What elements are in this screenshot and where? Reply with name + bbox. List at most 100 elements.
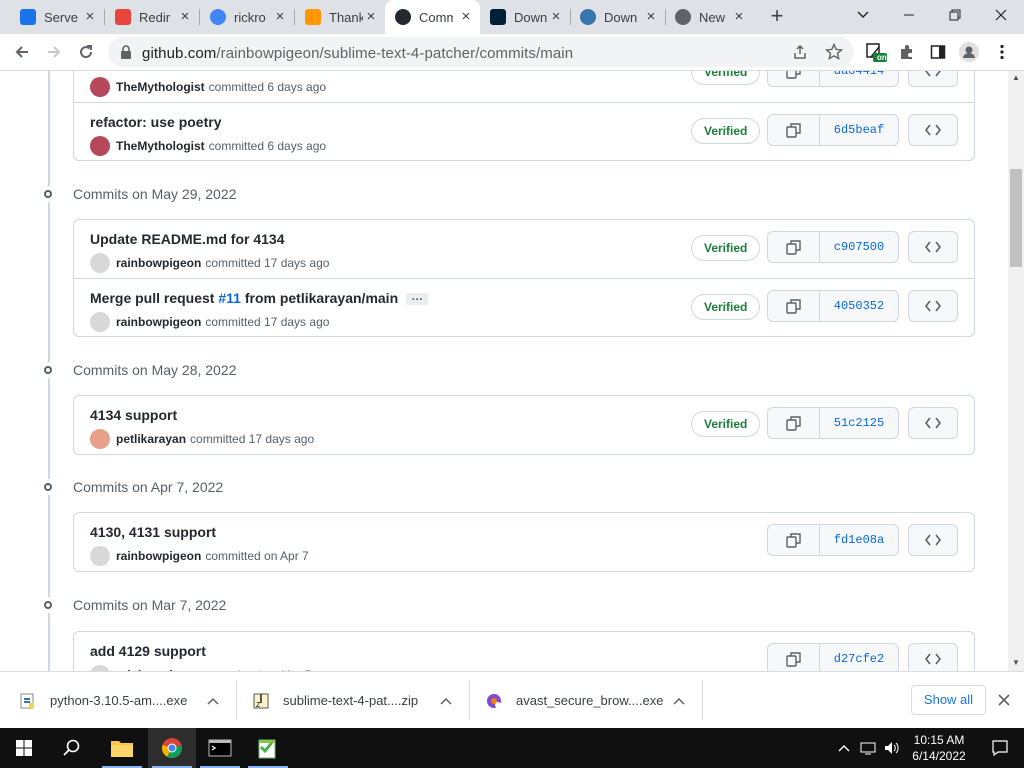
download-item[interactable]: avast_secure_brow....exe <box>486 672 663 729</box>
browser-tab[interactable]: Down × <box>480 0 570 34</box>
pull-request-link[interactable]: #11 <box>218 290 241 306</box>
taskbar-chrome[interactable] <box>148 728 196 768</box>
browser-tab[interactable]: Comm × <box>385 0 480 34</box>
copy-sha-button[interactable] <box>768 71 820 86</box>
address-bar[interactable]: github.com/rainbowpigeon/sublime-text-4-… <box>108 37 854 67</box>
commit-message-text[interactable]: add 4129 support <box>90 643 206 659</box>
tab-close-icon[interactable]: × <box>458 9 474 25</box>
notification-center-button[interactable] <box>976 728 1024 768</box>
download-options-chevron-icon[interactable] <box>440 672 452 729</box>
taskbar-file-explorer[interactable] <box>98 728 146 768</box>
restore-button[interactable] <box>932 0 978 30</box>
chrome-menu-button[interactable] <box>988 38 1016 66</box>
avatar[interactable] <box>90 253 110 273</box>
commit-author-link[interactable]: petlikarayan <box>116 432 186 446</box>
commit-message[interactable]: refactor: use poetry <box>90 114 221 130</box>
browse-repo-button[interactable] <box>908 114 958 146</box>
browser-tab[interactable]: New × <box>665 0 753 34</box>
tab-close-icon[interactable]: × <box>731 9 747 25</box>
commit-sha-link[interactable]: d27cfe2 <box>820 644 898 671</box>
avatar[interactable] <box>90 77 110 97</box>
commit-sha-link[interactable]: fd1e08a <box>820 525 898 555</box>
start-button[interactable] <box>0 728 48 768</box>
copy-sha-button[interactable] <box>768 525 820 555</box>
taskbar-terminal[interactable] <box>196 728 244 768</box>
copy-sha-button[interactable] <box>768 291 820 321</box>
commit-message-text[interactable]: Update README.md for 4134 <box>90 231 284 247</box>
commit-sha-link[interactable]: 4050352 <box>820 291 898 321</box>
download-options-chevron-icon[interactable] <box>673 672 685 729</box>
copy-sha-button[interactable] <box>768 115 820 145</box>
download-options-chevron-icon[interactable] <box>207 672 219 729</box>
browse-repo-button[interactable] <box>908 71 958 87</box>
verified-badge[interactable]: Verified <box>691 71 761 85</box>
commit-author-link[interactable]: rainbowpigeon <box>116 256 201 270</box>
browser-tab[interactable]: Down × <box>570 0 665 34</box>
browser-tab[interactable]: Serve × <box>10 0 104 34</box>
browse-repo-button[interactable] <box>908 231 958 263</box>
close-download-shelf-icon[interactable] <box>998 694 1010 706</box>
minimize-button[interactable] <box>886 0 932 30</box>
commit-message-tail[interactable]: from petlikarayan/main <box>241 290 398 306</box>
scrollbar-thumb[interactable] <box>1010 169 1022 267</box>
browser-tab[interactable]: Redir × <box>105 0 199 34</box>
copy-sha-button[interactable] <box>768 644 820 671</box>
verified-badge[interactable]: Verified <box>691 118 761 144</box>
taskbar-app[interactable] <box>244 728 292 768</box>
commit-message[interactable]: add 4129 support <box>90 643 206 659</box>
back-button[interactable] <box>8 38 36 66</box>
bookmark-star-icon[interactable] <box>825 43 843 61</box>
new-tab-button[interactable]: + <box>764 4 790 30</box>
reload-button[interactable] <box>72 38 100 66</box>
close-window-button[interactable] <box>978 0 1024 30</box>
commit-message-text[interactable]: Merge pull request <box>90 290 218 306</box>
commit-sha-link[interactable]: 6d5beaf <box>820 115 898 145</box>
avatar[interactable] <box>90 429 110 449</box>
commit-author-link[interactable]: rainbowpigeon <box>116 549 201 563</box>
profile-button[interactable] <box>955 38 983 66</box>
avatar[interactable] <box>90 312 110 332</box>
download-item[interactable]: Z sublime-text-4-pat....zip <box>253 672 418 729</box>
tab-close-icon[interactable]: × <box>272 9 288 25</box>
show-all-downloads-button[interactable]: Show all <box>911 685 986 715</box>
taskbar-clock[interactable]: 10:15 AM 6/14/2022 <box>904 732 974 764</box>
commit-sha-link[interactable]: da84414 <box>820 71 898 86</box>
commit-message-text[interactable]: 4130, 4131 support <box>90 524 216 540</box>
share-icon[interactable] <box>792 44 808 60</box>
commit-author-link[interactable]: TheMythologist <box>116 80 205 94</box>
commit-message[interactable]: 4134 support <box>90 407 177 423</box>
tab-close-icon[interactable]: × <box>548 9 564 25</box>
tab-close-icon[interactable]: × <box>363 9 379 25</box>
copy-sha-button[interactable] <box>768 408 820 438</box>
page-scrollbar[interactable]: ▲ ▼ <box>1008 71 1024 671</box>
search-button[interactable] <box>48 728 96 768</box>
verified-badge[interactable]: Verified <box>691 235 761 261</box>
tab-close-icon[interactable]: × <box>82 9 98 25</box>
browse-repo-button[interactable] <box>908 524 958 556</box>
side-panel-button[interactable] <box>924 38 952 66</box>
commit-message[interactable]: Merge pull request #11 from petlikarayan… <box>90 290 429 306</box>
extensions-menu-button[interactable] <box>893 38 921 66</box>
commit-message-text[interactable]: 4134 support <box>90 407 177 423</box>
browse-repo-button[interactable] <box>908 643 958 671</box>
tab-close-icon[interactable]: × <box>643 9 659 25</box>
network-icon[interactable] <box>860 741 876 755</box>
commit-author-link[interactable]: rainbowpigeon <box>116 315 201 329</box>
browser-tab[interactable]: Thank × <box>295 0 385 34</box>
extension-button[interactable]: on <box>862 38 890 66</box>
scroll-down-arrow-icon[interactable]: ▼ <box>1012 658 1020 667</box>
verified-badge[interactable]: Verified <box>691 294 761 320</box>
volume-icon[interactable] <box>884 741 900 755</box>
commit-message[interactable]: Update README.md for 4134 <box>90 231 284 247</box>
copy-sha-button[interactable] <box>768 232 820 262</box>
download-item[interactable]: python-3.10.5-am....exe <box>20 672 187 729</box>
expand-message-button[interactable]: … <box>406 290 429 306</box>
browse-repo-button[interactable] <box>908 290 958 322</box>
verified-badge[interactable]: Verified <box>691 411 761 437</box>
browse-repo-button[interactable] <box>908 407 958 439</box>
scroll-up-arrow-icon[interactable]: ▲ <box>1012 73 1020 82</box>
tray-overflow-chevron-icon[interactable] <box>838 744 850 752</box>
commit-author-link[interactable]: TheMythologist <box>116 139 205 153</box>
avatar[interactable] <box>90 136 110 156</box>
avatar[interactable] <box>90 546 110 566</box>
